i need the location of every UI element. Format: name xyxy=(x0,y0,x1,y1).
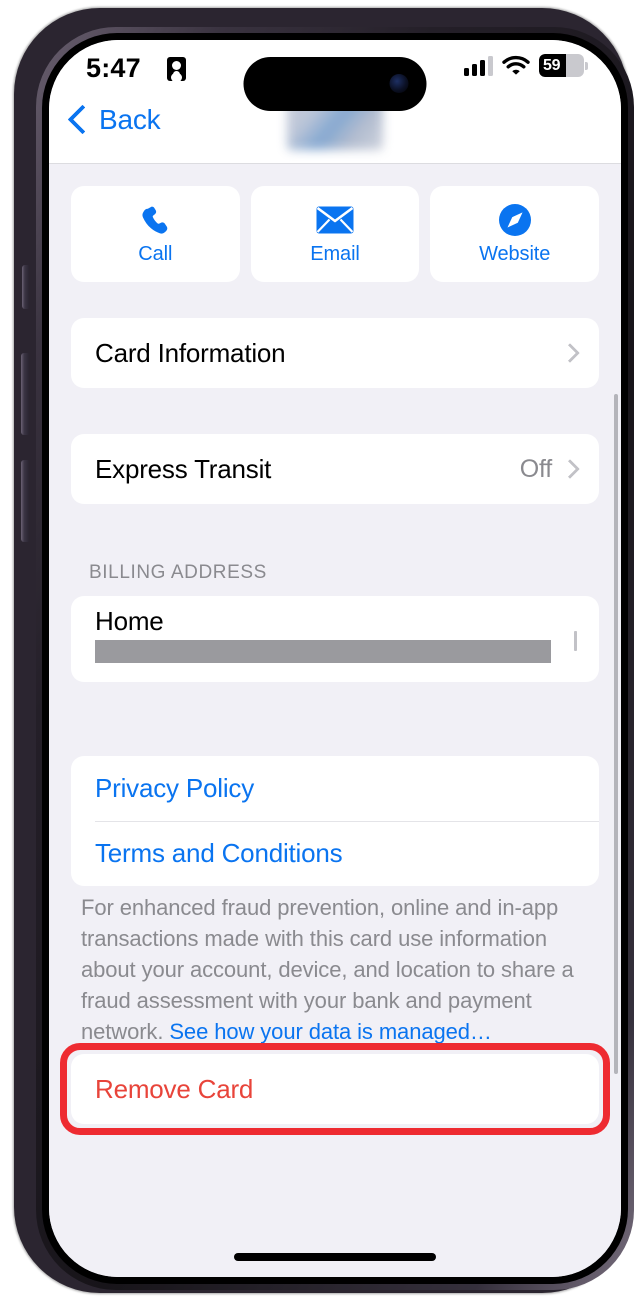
chevron-left-icon xyxy=(67,104,98,135)
nav-divider xyxy=(49,163,621,164)
contact-actions-row: Call Email Website xyxy=(71,186,600,282)
silent-switch-button[interactable] xyxy=(22,265,29,309)
envelope-icon xyxy=(316,203,354,237)
vertical-scrollbar[interactable] xyxy=(614,394,618,1074)
volume-up-button[interactable] xyxy=(21,353,29,435)
billing-address-card: Home xyxy=(71,596,599,682)
email-button[interactable]: Email xyxy=(250,186,420,282)
home-indicator[interactable] xyxy=(234,1253,436,1261)
battery-icon: 59 xyxy=(539,54,584,77)
website-button[interactable]: Website xyxy=(430,186,600,282)
chevron-right-icon xyxy=(560,343,580,363)
express-transit-label: Express Transit xyxy=(95,453,272,484)
battery-percent-label: 59 xyxy=(543,56,561,74)
billing-address-label: Home xyxy=(95,606,164,636)
settings-scroll-content: Call Email Website Card Information Expr… xyxy=(49,164,621,1277)
back-button[interactable]: Back xyxy=(67,104,161,136)
redacted-address-value xyxy=(95,640,551,663)
privacy-policy-label: Privacy Policy xyxy=(95,773,255,803)
wifi-icon xyxy=(502,55,530,75)
remove-card-button[interactable]: Remove Card xyxy=(71,1054,599,1124)
card-information-row[interactable]: Card Information xyxy=(71,318,599,388)
express-transit-card: Express Transit Off xyxy=(71,434,599,504)
volume-down-button[interactable] xyxy=(21,460,29,542)
safari-compass-icon xyxy=(498,203,532,237)
battery-tip xyxy=(585,61,588,70)
phone-icon xyxy=(139,203,171,237)
express-transit-row[interactable]: Express Transit Off xyxy=(71,434,599,504)
phone-screen: 5:47 59 Back Call Email Website Card Inf… xyxy=(49,40,621,1277)
cellular-signal-icon xyxy=(464,55,493,76)
status-time: 5:47 xyxy=(86,53,141,83)
front-camera-icon xyxy=(389,74,409,93)
email-label: Email xyxy=(310,242,360,265)
legal-links-card: Privacy Policy Terms and Conditions xyxy=(71,756,599,886)
privacy-policy-row[interactable]: Privacy Policy xyxy=(71,756,599,821)
remove-card-label: Remove Card xyxy=(95,1073,254,1104)
call-label: Call xyxy=(138,242,173,265)
card-information-card: Card Information xyxy=(71,318,599,388)
chevron-right-icon xyxy=(574,631,577,651)
billing-address-section-header: BILLING ADDRESS xyxy=(89,562,267,583)
id-badge-icon xyxy=(167,57,186,81)
website-label: Website xyxy=(479,242,551,265)
dynamic-island xyxy=(243,57,427,111)
card-information-label: Card Information xyxy=(95,337,286,368)
status-bar-indicators: 59 xyxy=(464,54,588,77)
terms-and-conditions-row[interactable]: Terms and Conditions xyxy=(71,821,599,886)
terms-and-conditions-label: Terms and Conditions xyxy=(95,838,343,868)
phone-frame: 5:47 59 Back Call Email Website Card Inf… xyxy=(14,8,634,1293)
express-transit-value: Off xyxy=(519,454,552,483)
call-button[interactable]: Call xyxy=(71,186,240,282)
data-managed-link[interactable]: See how your data is managed… xyxy=(169,1019,492,1044)
fraud-prevention-footer: For enhanced fraud prevention, online an… xyxy=(81,892,589,1047)
back-button-label: Back xyxy=(99,104,161,135)
chevron-right-icon xyxy=(560,459,580,479)
billing-address-row[interactable]: Home xyxy=(71,596,599,682)
